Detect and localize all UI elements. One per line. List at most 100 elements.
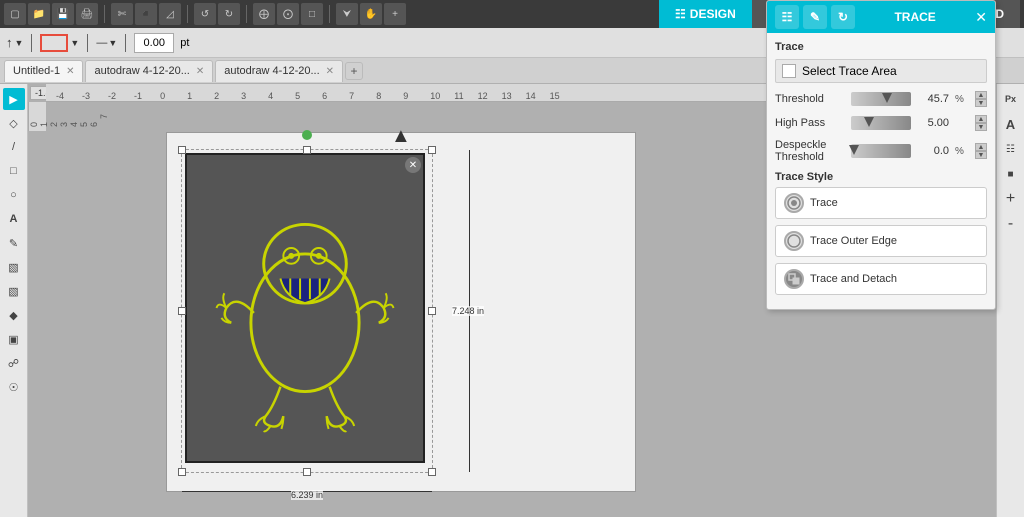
design-grid-icon: ☷ [675,7,686,21]
high-pass-value: 5.00 [917,117,949,129]
select-trace-checkbox[interactable] [782,64,796,78]
ruler-mark: 7 [349,91,354,101]
select-tool[interactable]: ▶ [3,88,25,110]
hand-tool[interactable]: ☉ [3,376,25,398]
zoom-plus-icon[interactable]: + [1000,188,1022,210]
grid2-icon[interactable]: ■ [1000,163,1022,185]
save-icon[interactable]: 💾 [52,3,74,25]
trace-tab-pen[interactable]: ✎ [803,5,827,29]
despeckle-unit: % [955,146,967,157]
zoom-tool[interactable]: ☍ [3,352,25,374]
threshold-down-button[interactable]: ▼ [975,99,987,107]
dim-line-vertical [469,150,470,472]
ellipse-tool[interactable]: ○ [3,184,25,206]
high-pass-spinner[interactable]: ▲ ▼ [975,115,987,131]
cut-icon[interactable]: ✄ [111,3,133,25]
ruler-mark: 5 [295,91,300,101]
pan-icon[interactable]: ✋ [360,3,382,25]
stroke-unit-label: pt [180,37,189,49]
trace-tab-loop[interactable]: ↻ [831,5,855,29]
tab-untitled1[interactable]: Untitled-1 ✕ [4,60,83,82]
pixel-icon[interactable]: Px [1000,88,1022,110]
eraser-tool[interactable]: ▧ [3,256,25,278]
threshold-thumb [882,93,892,103]
separator-3 [246,5,247,23]
zoom-minus-icon[interactable]: - [1000,213,1022,235]
despeckle-down-button[interactable]: ▼ [975,151,987,159]
grid-icon[interactable]: ☷ [1000,138,1022,160]
rect-tool[interactable]: □ [3,160,25,182]
zoom-out-icon[interactable]: ⨀ [277,3,299,25]
trace-tab-grid[interactable]: ☷ [775,5,799,29]
threshold-slider[interactable] [851,92,911,106]
trace-style-label: Trace Style [775,171,987,183]
close-tab-autodraw1[interactable]: ✕ [196,66,204,77]
crop-tool[interactable]: ▣ [3,328,25,350]
rotate-handle[interactable] [302,130,312,140]
design-tab-label: DESIGN [690,7,736,21]
close-tab-untitled1[interactable]: ✕ [66,66,74,77]
image-frame[interactable]: ✕ [185,153,425,463]
text-tool[interactable]: A [3,208,25,230]
move-arrow-up[interactable]: ▲ [391,125,411,148]
ruler-mark: -3 [82,91,90,101]
zoom-in-icon[interactable]: ⨁ [253,3,275,25]
new-icon[interactable]: ▢ [4,3,26,25]
trace-button[interactable]: Trace [775,187,987,219]
despeckle-slider[interactable] [851,144,911,158]
node-tool[interactable]: ◇ [3,112,25,134]
stroke-color-box[interactable] [40,34,68,52]
select-trace-area-row[interactable]: Select Trace Area [775,59,987,83]
open-icon[interactable]: 📁 [28,3,50,25]
handle-top-right[interactable] [428,146,436,154]
close-tab-autodraw2[interactable]: ✕ [326,66,334,77]
move-down-icon[interactable]: ⮟ [336,3,358,25]
ruler-mark: 8 [376,91,381,101]
redo-icon[interactable]: ↻ [218,3,240,25]
despeckle-up-button[interactable]: ▲ [975,143,987,151]
threshold-up-button[interactable]: ▲ [975,91,987,99]
threshold-spinner[interactable]: ▲ ▼ [975,91,987,107]
trace-outer-edge-button[interactable]: Trace Outer Edge [775,225,987,257]
high-pass-slider[interactable] [851,116,911,130]
add-icon[interactable]: + [384,3,406,25]
high-pass-down-button[interactable]: ▼ [975,123,987,131]
tab-autodraw1[interactable]: autodraw 4-12-20... ✕ [85,60,213,82]
high-pass-up-button[interactable]: ▲ [975,115,987,123]
zoom-fit-icon[interactable]: □ [301,3,323,25]
ruler-mark: 9 [403,91,408,101]
handle-mid-right[interactable] [428,307,436,315]
pointer-select-group: ↑ ▼ [6,35,23,50]
trace-detach-button[interactable]: Trace and Detach [775,263,987,295]
undo-icon[interactable]: ↺ [194,3,216,25]
stroke-width-input[interactable] [134,33,174,53]
font-icon[interactable]: A [1000,113,1022,135]
right-icons-panel: Px A ☷ ■ + - [996,84,1024,517]
high-pass-label: High Pass [775,117,845,129]
tab-autodraw2[interactable]: autodraw 4-12-20... ✕ [215,60,343,82]
copy-icon[interactable]: ◾ [135,3,157,25]
handle-bottom-right[interactable] [428,468,436,476]
ruler-mark: 1 [187,91,192,101]
handle-bottom-mid[interactable] [303,468,311,476]
trace-outer-icon-svg [786,233,802,249]
threshold-unit: % [955,94,967,105]
trace-detach-icon [784,269,804,289]
trace-button-label: Trace [810,197,838,209]
document-background: ✕ [166,132,636,492]
eyedrop-tool[interactable]: ◆ [3,304,25,326]
image-close-button[interactable]: ✕ [405,157,421,173]
paste-icon[interactable]: ◿ [159,3,181,25]
design-tab[interactable]: ☷ DESIGN [659,0,752,28]
line-tool[interactable]: / [3,136,25,158]
ruler-mark: 3 [241,91,246,101]
ruler-mark: 4 [268,91,273,101]
despeckle-spinner[interactable]: ▲ ▼ [975,143,987,159]
new-tab-button[interactable]: + [345,62,363,80]
pen-tool[interactable]: ✎ [3,232,25,254]
print-icon[interactable]: 🖨 [76,3,98,25]
fill-tool[interactable]: ▧ [3,280,25,302]
trace-panel-close[interactable]: ✕ [975,10,987,24]
handle-bottom-left[interactable] [178,468,186,476]
ruler-mark: 12 [478,91,488,101]
